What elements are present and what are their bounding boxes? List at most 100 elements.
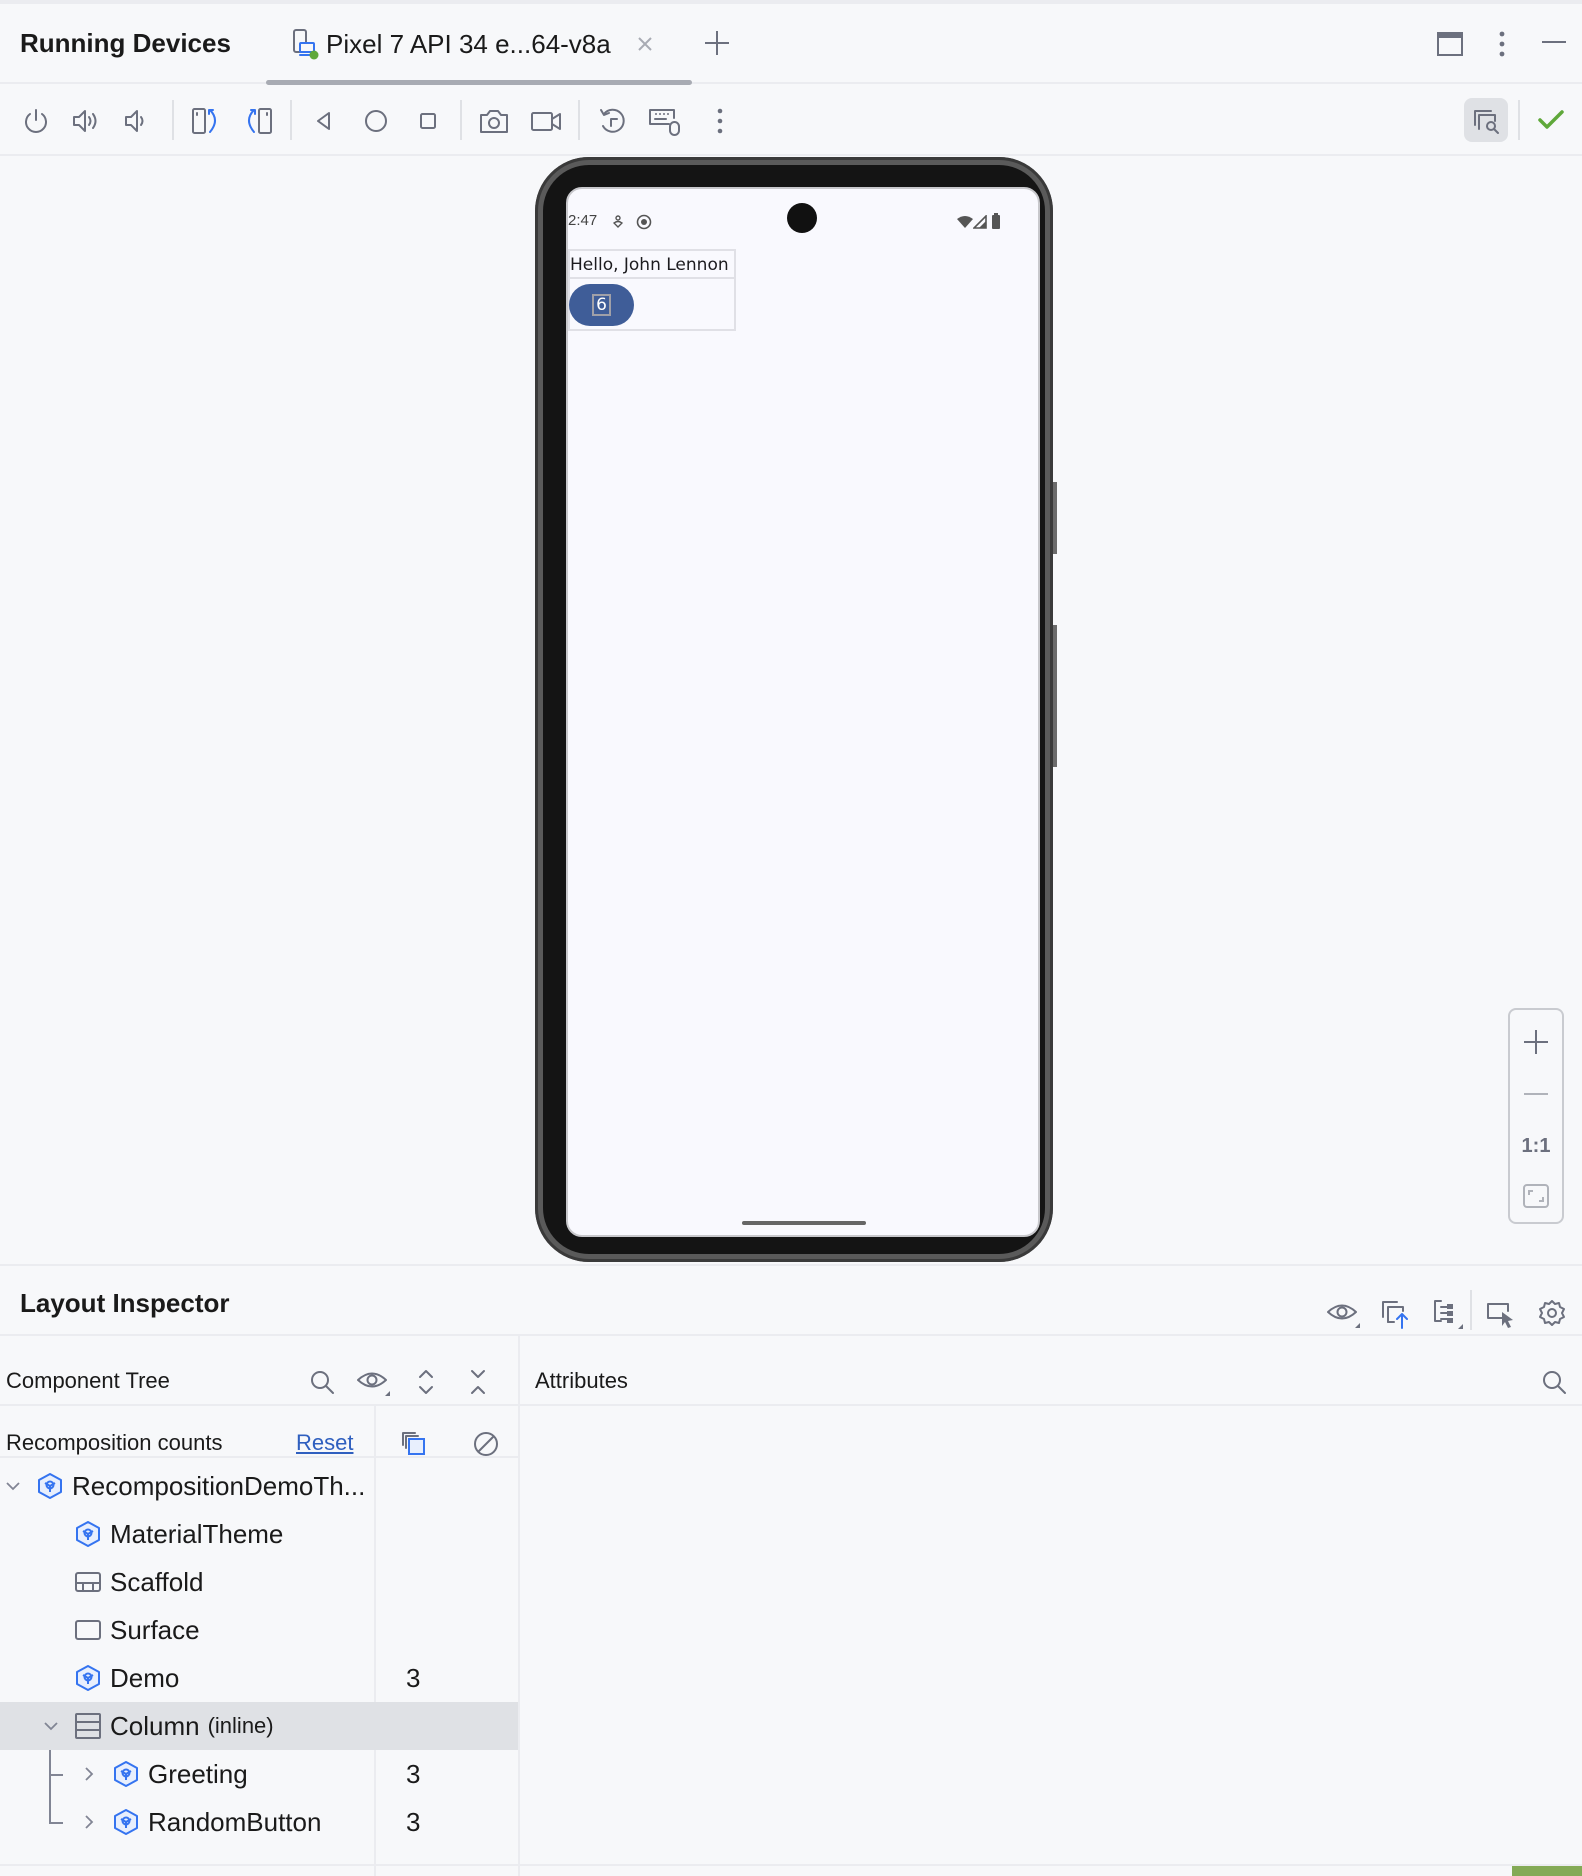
rotate-left-button[interactable] bbox=[188, 103, 224, 139]
volume-up-button[interactable] bbox=[68, 103, 104, 139]
compose-icon bbox=[112, 1760, 140, 1788]
zoom-controls: 1:1 bbox=[1508, 1008, 1564, 1224]
pane-divider[interactable] bbox=[518, 1336, 520, 1876]
chevron-down-icon[interactable] bbox=[4, 1477, 22, 1495]
back-button[interactable] bbox=[306, 103, 342, 139]
column-icon bbox=[74, 1712, 102, 1740]
cursor-select-icon bbox=[1487, 1303, 1513, 1328]
screenshot-button[interactable] bbox=[476, 103, 512, 139]
tree-view-options-button[interactable] bbox=[356, 1364, 392, 1400]
block-icon bbox=[474, 1432, 498, 1456]
settings-button[interactable] bbox=[1534, 1296, 1570, 1332]
expand-all-icon bbox=[419, 1370, 433, 1394]
hierarchy-icon bbox=[1434, 1300, 1463, 1329]
rotate-left-icon bbox=[192, 108, 216, 134]
toolbar-separator bbox=[460, 100, 462, 140]
gesture-bar bbox=[742, 1221, 866, 1225]
bottom-border bbox=[0, 1864, 1582, 1866]
more-options-button[interactable] bbox=[1490, 28, 1514, 60]
more-vertical-icon bbox=[1499, 31, 1505, 57]
battery-icon bbox=[991, 213, 1001, 229]
fit-screen-button[interactable] bbox=[1510, 1170, 1562, 1222]
tree-search-button[interactable] bbox=[304, 1364, 340, 1400]
volume-down-button[interactable] bbox=[118, 103, 154, 139]
rotate-right-button[interactable] bbox=[240, 103, 276, 139]
tree-row[interactable]: Column (inline) bbox=[0, 1702, 518, 1750]
add-tab-button[interactable] bbox=[702, 28, 732, 58]
screen-record-button[interactable] bbox=[528, 103, 564, 139]
plus-icon bbox=[705, 31, 729, 55]
volume-down-icon bbox=[125, 110, 144, 132]
reset-icon bbox=[600, 108, 625, 133]
status-time: 2:47 bbox=[568, 212, 598, 229]
running-devices-header bbox=[0, 4, 1582, 84]
tree-row[interactable]: Demo 3 bbox=[0, 1654, 518, 1702]
overview-button[interactable] bbox=[410, 103, 446, 139]
view-options-button[interactable] bbox=[1326, 1296, 1362, 1332]
tree-connector bbox=[49, 1822, 63, 1824]
status-ok-button[interactable] bbox=[1536, 106, 1566, 132]
camera-cutout bbox=[787, 203, 817, 233]
rotate-right-icon bbox=[248, 108, 272, 134]
select-component-button[interactable] bbox=[1482, 1296, 1518, 1332]
tree-node-label: Scaffold bbox=[110, 1566, 204, 1597]
chevron-down-icon[interactable] bbox=[42, 1717, 60, 1735]
tree-connector bbox=[49, 1750, 65, 1822]
device-tab[interactable]: Pixel 7 API 34 e...64-v8a bbox=[292, 24, 655, 64]
attributes-search-button[interactable] bbox=[1536, 1364, 1572, 1400]
fit-screen-icon bbox=[1523, 1184, 1549, 1208]
minimize-icon bbox=[1542, 41, 1566, 43]
tree-row[interactable]: RandomButton 3 bbox=[0, 1798, 518, 1846]
device-screen[interactable]: 2:47 Hello, John Lennon 6 bbox=[566, 187, 1040, 1237]
tree-row[interactable]: Greeting 3 bbox=[0, 1750, 518, 1798]
accessibility-icon bbox=[612, 215, 624, 229]
keyboard-mouse-icon bbox=[649, 109, 680, 136]
phone-bezel: 2:47 Hello, John Lennon 6 bbox=[543, 165, 1045, 1254]
window-layout-button[interactable] bbox=[1436, 30, 1464, 58]
more-actions-button[interactable] bbox=[702, 103, 738, 139]
random-button[interactable]: 6 bbox=[569, 284, 634, 326]
chevron-right-icon[interactable] bbox=[80, 1813, 98, 1831]
surface-icon bbox=[74, 1618, 102, 1642]
tree-node-label: RandomButton bbox=[148, 1806, 322, 1837]
reset-link[interactable]: Reset bbox=[296, 1430, 353, 1456]
zoom-in-button[interactable] bbox=[1510, 1016, 1562, 1068]
disable-counts-button[interactable] bbox=[468, 1426, 504, 1462]
tree-row[interactable]: MaterialTheme bbox=[0, 1510, 518, 1558]
reset-orientation-button[interactable] bbox=[594, 103, 630, 139]
tree-node-label: MaterialTheme bbox=[110, 1518, 284, 1549]
device-tab-label: Pixel 7 API 34 e...64-v8a bbox=[326, 28, 611, 59]
wifi-icon bbox=[956, 215, 974, 229]
tree-node: Scaffold bbox=[74, 1567, 203, 1598]
toolbar-separator bbox=[172, 100, 174, 140]
tree-row[interactable]: Scaffold bbox=[0, 1558, 518, 1606]
eye-icon bbox=[1327, 1304, 1360, 1328]
panel-title: Running Devices bbox=[20, 28, 231, 58]
overview-icon bbox=[420, 113, 436, 129]
keyboard-mouse-button[interactable] bbox=[646, 103, 682, 139]
toolbar-separator bbox=[578, 100, 580, 140]
tree-row[interactable]: RecompositionDemoTh... bbox=[0, 1462, 518, 1510]
power-button[interactable] bbox=[18, 103, 54, 139]
device-toolbar bbox=[0, 86, 1582, 156]
actual-size-button[interactable]: 1:1 bbox=[1510, 1120, 1562, 1172]
collapse-all-button[interactable] bbox=[460, 1364, 496, 1400]
tree-row[interactable]: Surface bbox=[0, 1606, 518, 1654]
highlight-recompositions-button[interactable] bbox=[396, 1426, 432, 1462]
greeting-text[interactable]: Hello, John Lennon bbox=[570, 255, 729, 275]
minimize-button[interactable] bbox=[1540, 38, 1568, 46]
home-button[interactable] bbox=[358, 103, 394, 139]
snapshot-export-button[interactable] bbox=[1378, 1296, 1414, 1332]
chevron-right-icon[interactable] bbox=[80, 1765, 98, 1783]
compose-icon bbox=[74, 1664, 102, 1692]
zoom-out-button[interactable] bbox=[1510, 1068, 1562, 1120]
toolbar-separator bbox=[1518, 100, 1520, 140]
scaffold-icon bbox=[74, 1570, 102, 1594]
layout-inspector-toggle[interactable] bbox=[1464, 98, 1508, 142]
volume-up-icon bbox=[73, 110, 97, 132]
component-tree-label: Component Tree bbox=[6, 1368, 170, 1393]
close-icon[interactable] bbox=[635, 34, 655, 54]
expand-all-button[interactable] bbox=[408, 1364, 444, 1400]
checkmark-icon bbox=[1538, 110, 1564, 129]
tree-settings-button[interactable] bbox=[1430, 1296, 1466, 1332]
